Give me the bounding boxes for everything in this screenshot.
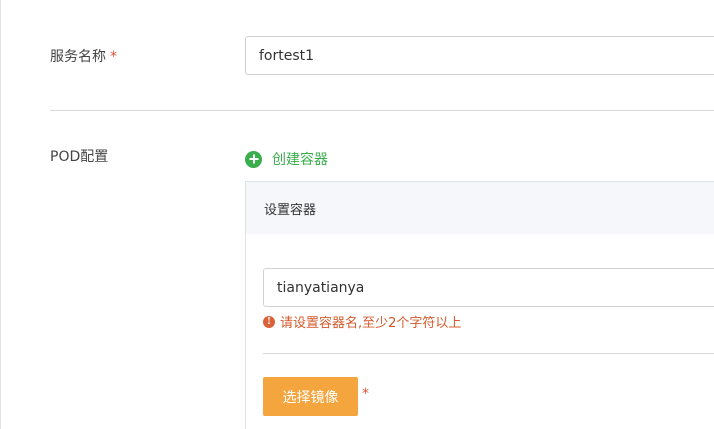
section-divider: [50, 110, 714, 111]
container-name-input[interactable]: tianyatianya: [263, 268, 714, 307]
select-image-label: 选择镜像: [282, 389, 339, 406]
info-circle-icon: !: [263, 315, 275, 328]
service-name-input[interactable]: fortest1: [245, 36, 714, 75]
select-image-required-mark: *: [362, 386, 369, 402]
create-container-label: 创建容器: [272, 152, 328, 168]
select-image-button[interactable]: 选择镜像: [263, 377, 358, 416]
container-name-input-value: tianyatianya: [277, 279, 365, 296]
plus-circle-icon: [245, 150, 262, 168]
service-name-label: 服务名称 *: [50, 46, 117, 66]
service-name-input-value: fortest1: [259, 47, 315, 64]
service-name-required-mark: *: [110, 49, 117, 65]
container-settings-header: 设置容器: [246, 182, 714, 234]
container-name-error: ! 请设置容器名,至少2个字符以上: [263, 312, 461, 331]
container-settings-title: 设置容器: [264, 202, 317, 218]
service-form: 服务名称 * fortest1 POD配置 创建容器 设置容器 tianyatia…: [0, 0, 714, 429]
create-container-button[interactable]: 创建容器: [245, 149, 328, 169]
panel-divider: [263, 353, 714, 354]
pod-config-label: POD配置: [50, 149, 109, 165]
service-name-label-text: 服务名称: [50, 49, 106, 65]
container-name-error-text: 请设置容器名,至少2个字符以上: [280, 316, 462, 331]
